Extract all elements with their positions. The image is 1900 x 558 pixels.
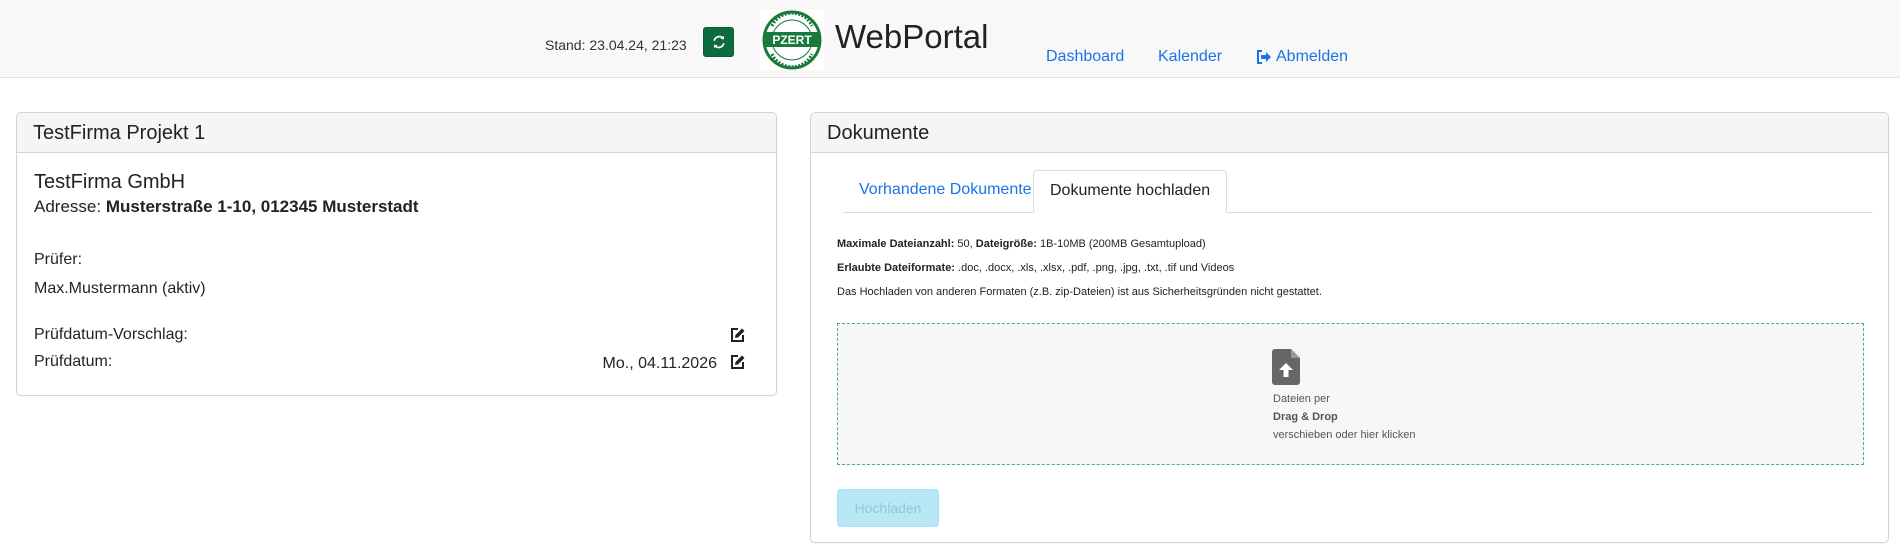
project-panel: TestFirma Projekt 1 TestFirma GmbH Adres…	[16, 112, 777, 396]
max-count-value: 50,	[954, 238, 976, 250]
upload-dropzone[interactable]: Dateien per Drag & Drop verschieben oder…	[837, 323, 1864, 465]
address-row: Adresse: Musterstraße 1-10, 012345 Muste…	[34, 197, 419, 217]
dropzone-line-3: verschieben oder hier klicken	[1273, 429, 1416, 441]
edit-pruefdatum-icon[interactable]	[729, 354, 746, 371]
formats-label: Erlaubte Dateiformate:	[837, 262, 955, 274]
allowed-formats: Erlaubte Dateiformate: .doc, .docx, .xls…	[837, 262, 1234, 274]
upload-limits: Maximale Dateianzahl: 50, Dateigröße: 1B…	[837, 238, 1206, 250]
company-name: TestFirma GmbH	[34, 171, 186, 193]
pruefer-label: Prüfer:	[34, 251, 83, 268]
svg-text:PZERT: PZERT	[772, 33, 812, 47]
top-navbar: Stand: 23.04.24, 21:23 PZERT WebPortal D…	[0, 0, 1900, 78]
address-label: Adresse:	[34, 197, 106, 216]
dropzone-line-1: Dateien per	[1273, 393, 1330, 405]
sign-out-icon	[1257, 50, 1271, 64]
security-note: Das Hochladen von anderen Formaten (z.B.…	[837, 286, 1322, 298]
pruefdatum-value: Mo., 04.11.2026	[602, 355, 717, 372]
max-count-label: Maximale Dateianzahl:	[837, 238, 955, 250]
pzert-logo: PZERT	[760, 10, 824, 70]
documents-title: Dokumente	[811, 113, 1888, 153]
tab-dokumente-hochladen[interactable]: Dokumente hochladen	[1033, 170, 1228, 213]
size-value: 1B-10MB (200MB Gesamtupload)	[1036, 238, 1206, 250]
documents-panel: Dokumente Vorhandene Dokumente Dokumente…	[810, 112, 1889, 543]
nav-abmelden-label: Abmelden	[1276, 48, 1349, 65]
dropzone-line-2: Drag & Drop	[1273, 411, 1338, 423]
stand-timestamp: Stand: 23.04.24, 21:23	[545, 37, 687, 53]
pruefdatum-vorschlag-label: Prüfdatum-Vorschlag:	[34, 326, 188, 343]
refresh-icon	[712, 35, 725, 49]
nav-kalender[interactable]: Kalender	[1158, 48, 1222, 66]
project-title: TestFirma Projekt 1	[17, 113, 776, 153]
address-value: Musterstraße 1-10, 012345 Musterstadt	[105, 197, 419, 216]
nav-abmelden[interactable]: Abmelden	[1256, 48, 1348, 66]
brand-title: WebPortal	[835, 18, 989, 55]
pruefdatum-label: Prüfdatum:	[34, 353, 113, 370]
formats-value: .doc, .docx, .xls, .xlsx, .pdf, .png, .j…	[954, 262, 1235, 274]
pruefer-value: Max.Mustermann (aktiv)	[34, 280, 206, 297]
upload-button[interactable]: Hochladen	[837, 489, 939, 527]
documents-tabs: Vorhandene Dokumente Dokumente hochladen	[843, 170, 1873, 213]
file-upload-icon	[1272, 349, 1300, 385]
edit-vorschlag-icon[interactable]	[729, 327, 746, 344]
tab-vorhandene-dokumente[interactable]: Vorhandene Dokumente	[843, 170, 1048, 212]
nav-dashboard[interactable]: Dashboard	[1046, 48, 1124, 66]
size-label: Dateigröße:	[975, 238, 1037, 250]
refresh-button[interactable]	[703, 27, 734, 57]
